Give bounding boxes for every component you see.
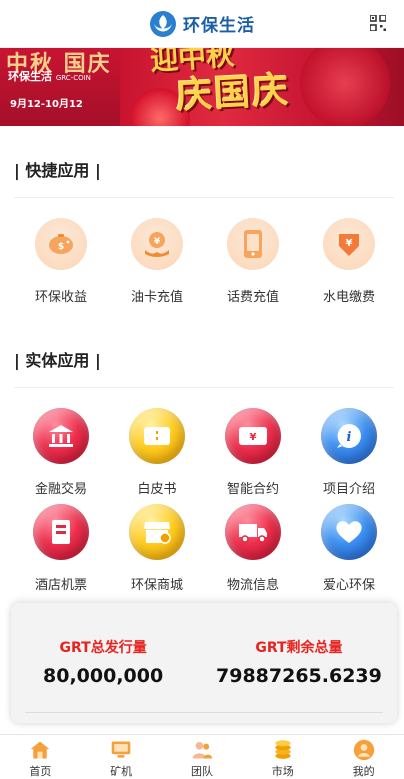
app-project-intro[interactable]: i 项目介绍	[301, 408, 397, 504]
brand-name: 环保生活	[183, 16, 255, 36]
phone-icon	[227, 218, 279, 270]
app-logo[interactable]: 环保生活	[149, 10, 255, 38]
app-logistics[interactable]: 物流信息	[205, 504, 301, 600]
banner-flower-decoration	[300, 48, 390, 126]
piggy-bank-icon: $	[35, 218, 87, 270]
nav-label: 矿机	[110, 765, 133, 778]
coins-icon	[275, 740, 291, 759]
yen-ticket-icon: ¥	[225, 408, 281, 464]
svg-text:$: $	[58, 242, 64, 252]
stats-divider	[25, 712, 383, 713]
app-label: 金融交易	[34, 482, 87, 497]
token-stats-card: GRT总发行量 80,000,000 GRT剩余总量 79887265.6239	[11, 603, 397, 723]
app-header: 环保生活	[0, 0, 404, 48]
quick-item-eco-income[interactable]: $ 环保收益	[13, 218, 109, 308]
app-label: 环保商城	[130, 578, 183, 593]
hotel-icon	[33, 504, 89, 560]
stat-remaining-label: GRT剩余总量	[255, 640, 343, 656]
team-icon	[192, 741, 213, 759]
bill-icon: ¥	[323, 218, 375, 270]
entity-apps-title: | 实体应用 |	[14, 351, 101, 370]
stat-issued-value: 80,000,000	[43, 665, 164, 687]
svg-text:¥: ¥	[250, 432, 257, 443]
app-whitepaper[interactable]: 白皮书	[109, 408, 205, 504]
svg-text:i: i	[347, 430, 352, 445]
leaf-logo-icon	[150, 10, 176, 37]
svg-text:¥: ¥	[346, 238, 353, 249]
app-financial-trading[interactable]: 金融交易	[13, 408, 109, 504]
quick-apps-title: | 快捷应用 |	[14, 161, 101, 180]
section-divider	[14, 197, 394, 198]
promo-banner[interactable]: 中秋 国庆 环保生活 GRC-COIN 9月12-10月12 迎中秋 庆国庆	[0, 48, 404, 126]
user-icon	[353, 739, 374, 761]
stat-remaining-value: 79887265.6239	[216, 665, 382, 687]
nav-label: 我的	[352, 765, 375, 778]
qr-code-icon[interactable]	[370, 15, 386, 31]
nav-home[interactable]: 首页	[0, 735, 81, 779]
quick-label: 话费充值	[226, 290, 279, 305]
nav-team[interactable]: 团队	[162, 735, 243, 779]
stat-issued-label: GRT总发行量	[59, 640, 147, 656]
monitor-icon	[111, 741, 131, 758]
nav-market[interactable]: 市场	[242, 735, 323, 779]
shop-icon	[129, 504, 185, 560]
quick-label: 水电缴费	[322, 290, 375, 305]
svg-text:¥: ¥	[154, 237, 161, 247]
banner-brand: 环保生活 GRC-COIN	[8, 70, 91, 83]
heart-icon	[321, 504, 377, 560]
nav-mine[interactable]: 我的	[323, 735, 404, 779]
section-divider	[14, 387, 394, 388]
nav-miner[interactable]: 矿机	[81, 735, 162, 779]
stat-remaining: GRT剩余总量 79887265.6239	[216, 637, 382, 687]
app-label: 物流信息	[226, 578, 279, 593]
app-smart-contract[interactable]: ¥ 智能合约	[205, 408, 301, 504]
app-label: 酒店机票	[34, 578, 87, 593]
coin-hand-icon: ¥	[131, 218, 183, 270]
nav-label: 首页	[29, 765, 52, 778]
banner-date: 9月12-10月12	[10, 99, 83, 110]
app-hotel-flights[interactable]: 酒店机票	[13, 504, 109, 600]
quick-label: 环保收益	[34, 290, 87, 305]
bank-icon	[33, 408, 89, 464]
quick-item-utilities[interactable]: ¥ 水电缴费	[301, 218, 397, 308]
app-label: 白皮书	[137, 482, 177, 497]
home-icon	[31, 741, 50, 759]
stat-issued: GRT总发行量 80,000,000	[43, 637, 163, 687]
nav-label: 市场	[271, 765, 294, 778]
app-label: 智能合约	[226, 482, 279, 497]
app-eco-mall[interactable]: 环保商城	[109, 504, 205, 600]
truck-icon	[225, 504, 281, 560]
quick-apps-row: $ 环保收益 ¥ 油卡充值 话费充值 ¥ 水电缴费	[0, 218, 404, 308]
app-charity-eco[interactable]: 爱心环保	[301, 504, 397, 600]
quick-item-phone-topup[interactable]: 话费充值	[205, 218, 301, 308]
bottom-nav: 首页 矿机 团队 市场 我的	[0, 734, 404, 779]
entity-apps-grid: 金融交易 白皮书 ¥ 智能合约 i 项目介绍 酒店机票 环保商城 物流信息 爱心…	[13, 408, 397, 600]
quick-item-fuel-card[interactable]: ¥ 油卡充值	[109, 218, 205, 308]
banner-title: 庆国庆	[175, 69, 292, 117]
nav-label: 团队	[190, 765, 213, 778]
ticket-icon	[129, 408, 185, 464]
app-label: 爱心环保	[322, 578, 375, 593]
info-icon: i	[321, 408, 377, 464]
app-label: 项目介绍	[322, 482, 375, 497]
banner-info-panel: 中秋 国庆 环保生活 GRC-COIN 9月12-10月12	[0, 48, 120, 126]
quick-label: 油卡充值	[130, 290, 183, 305]
